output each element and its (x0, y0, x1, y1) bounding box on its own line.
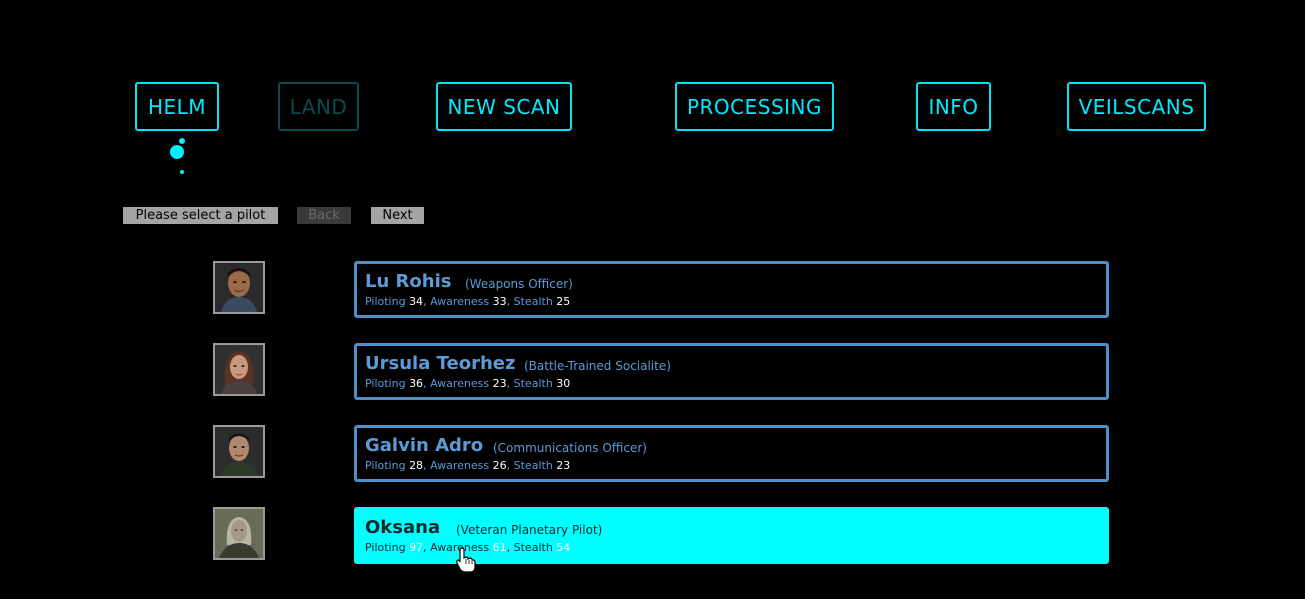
awareness-value: 61 (492, 541, 507, 554)
select-pilot-prompt: Please select a pilot (123, 207, 278, 224)
awareness-value: 23 (492, 377, 507, 390)
next-button[interactable]: Next (371, 207, 424, 224)
veilscans-button[interactable]: VEILSCANS (1067, 82, 1206, 131)
pilot-card[interactable]: Ursula Teorhez (Battle-Trained Socialite… (354, 343, 1109, 400)
piloting-value: 36 (409, 377, 424, 390)
new-scan-button[interactable]: NEW SCAN (436, 82, 572, 131)
pilot-card[interactable]: Galvin Adro (Communications Officer) Pil… (354, 425, 1109, 482)
pilot-role: (Veteran Planetary Pilot) (456, 523, 603, 537)
pilot-card[interactable]: Lu Rohis (Weapons Officer) Piloting 34, … (354, 261, 1109, 318)
pilot-portrait-avatar[interactable] (213, 261, 265, 314)
female-portrait-icon (215, 509, 263, 558)
pilot-stats: Piloting 34, Awareness 33, Stealth 25 (365, 295, 571, 308)
piloting-value: 28 (409, 459, 424, 472)
pilot-stats: Piloting 28, Awareness 26, Stealth 23 (365, 459, 571, 472)
piloting-value: 97 (409, 541, 424, 554)
pilot-role: (Communications Officer) (493, 441, 647, 455)
male-portrait-icon (215, 263, 263, 312)
stealth-value: 54 (556, 541, 571, 554)
piloting-value: 34 (409, 295, 424, 308)
stealth-value: 25 (556, 295, 571, 308)
pilot-role: (Battle-Trained Socialite) (524, 359, 671, 373)
indicator-dot-small (179, 138, 185, 144)
pilot-portrait-avatar[interactable] (213, 425, 265, 478)
pilot-portrait-avatar[interactable] (213, 343, 265, 396)
awareness-value: 26 (492, 459, 507, 472)
hand-cursor-icon (456, 547, 476, 573)
stealth-value: 23 (556, 459, 571, 472)
indicator-dot-large (170, 145, 184, 159)
pilot-name: Lu Rohis (365, 271, 452, 292)
awareness-value: 33 (492, 295, 507, 308)
indicator-dot-tiny (180, 170, 184, 174)
pilot-portrait-avatar[interactable] (213, 507, 265, 560)
helm-button[interactable]: HELM (135, 82, 219, 131)
land-button: LAND (278, 82, 359, 131)
pilot-name: Oksana (365, 517, 441, 538)
pilot-name: Galvin Adro (365, 435, 484, 456)
back-button: Back (297, 207, 351, 224)
stealth-value: 30 (556, 377, 571, 390)
info-button[interactable]: INFO (916, 82, 991, 131)
male-portrait-icon (215, 427, 263, 476)
female-portrait-icon (215, 345, 263, 394)
processing-button[interactable]: PROCESSING (675, 82, 834, 131)
pilot-stats: Piloting 36, Awareness 23, Stealth 30 (365, 377, 571, 390)
pilot-name: Ursula Teorhez (365, 353, 516, 374)
pilot-role: (Weapons Officer) (465, 277, 573, 291)
